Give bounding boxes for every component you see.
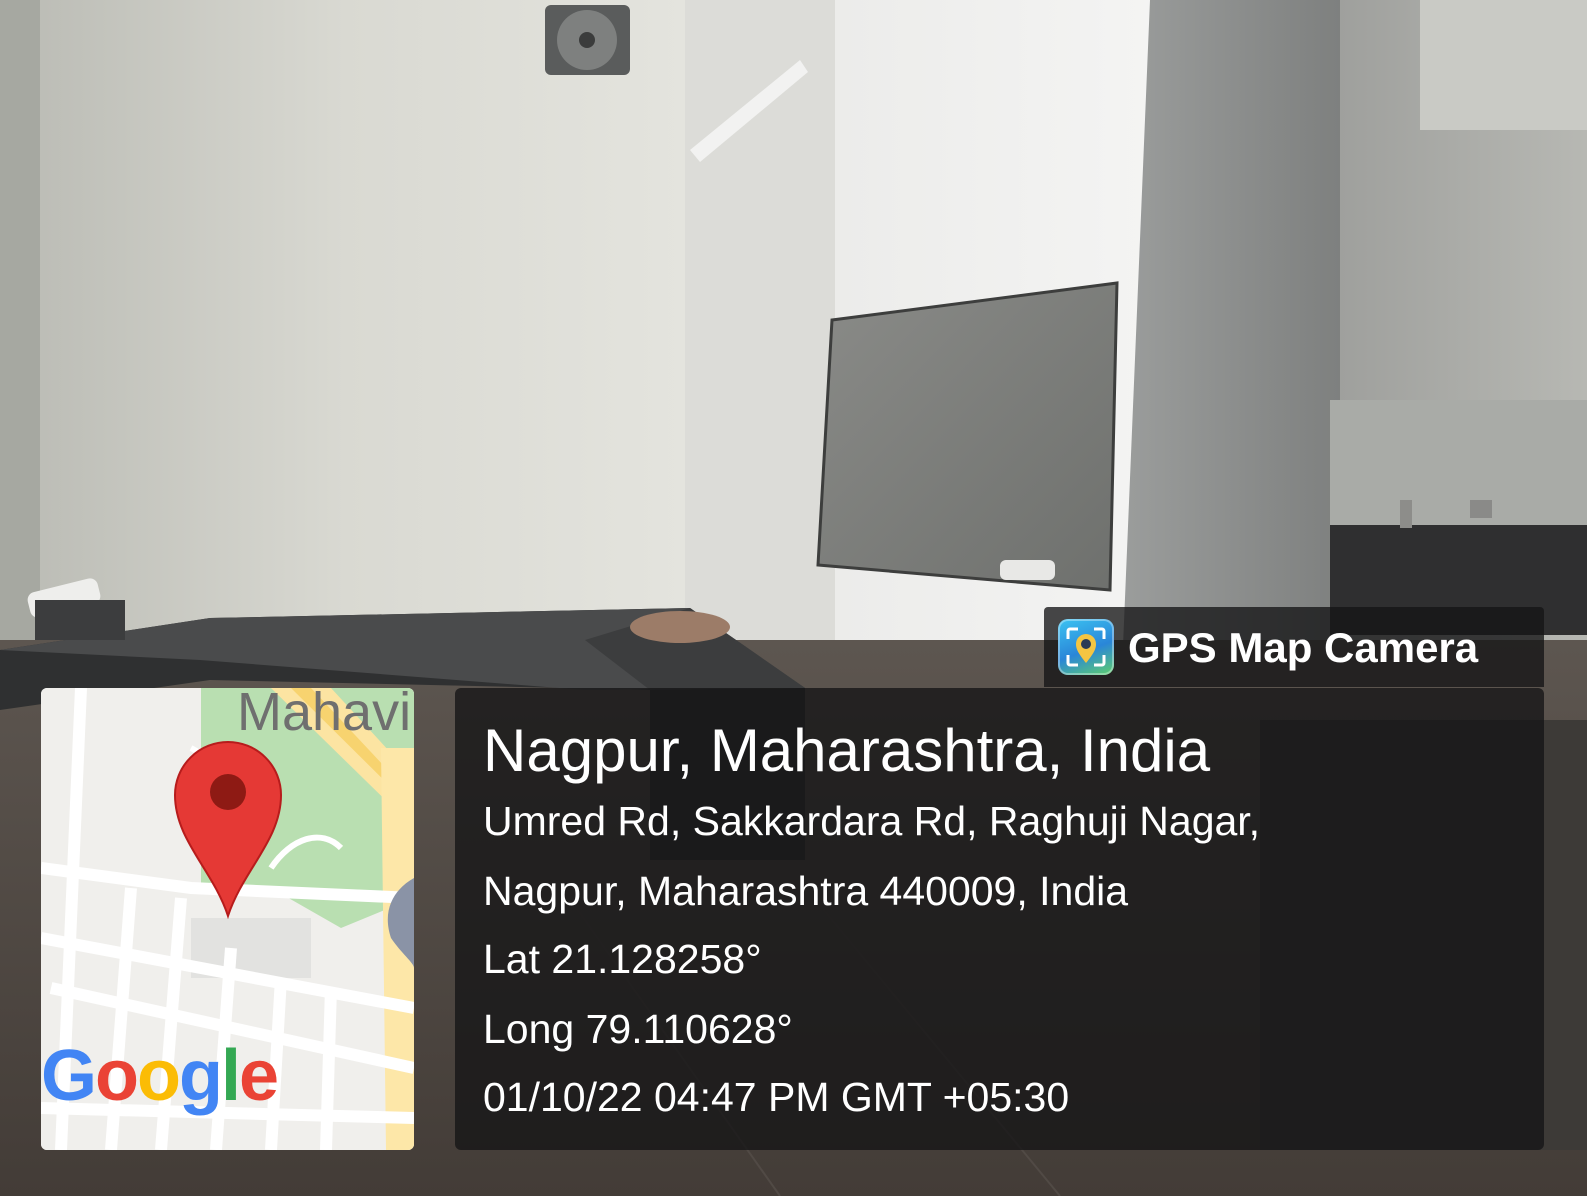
latitude: Lat 21.128258° [483,936,762,982]
longitude: Long 79.110628° [483,1006,793,1052]
map-pin-icon [173,741,283,920]
map-street-label: Mahavi [237,688,412,742]
google-logo: Google [41,1036,279,1116]
app-name: GPS Map Camera [1128,624,1479,671]
timestamp: 01/10/22 04:47 PM GMT +05:30 [483,1074,1070,1120]
gps-map-camera-app-icon [1058,619,1114,675]
city-line: Nagpur, Maharashtra, India [483,717,1211,784]
address-line-1: Umred Rd, Sakkardara Rd, Raghuji Nagar, [483,798,1261,844]
address-line-2: Nagpur, Maharashtra 440009, India [483,868,1129,914]
map-thumbnail: Mahavi Google [41,688,414,1150]
location-info-panel: Nagpur, Maharashtra, India Umred Rd, Sak… [455,688,1544,1150]
watermark-header: GPS Map Camera [1044,607,1544,687]
